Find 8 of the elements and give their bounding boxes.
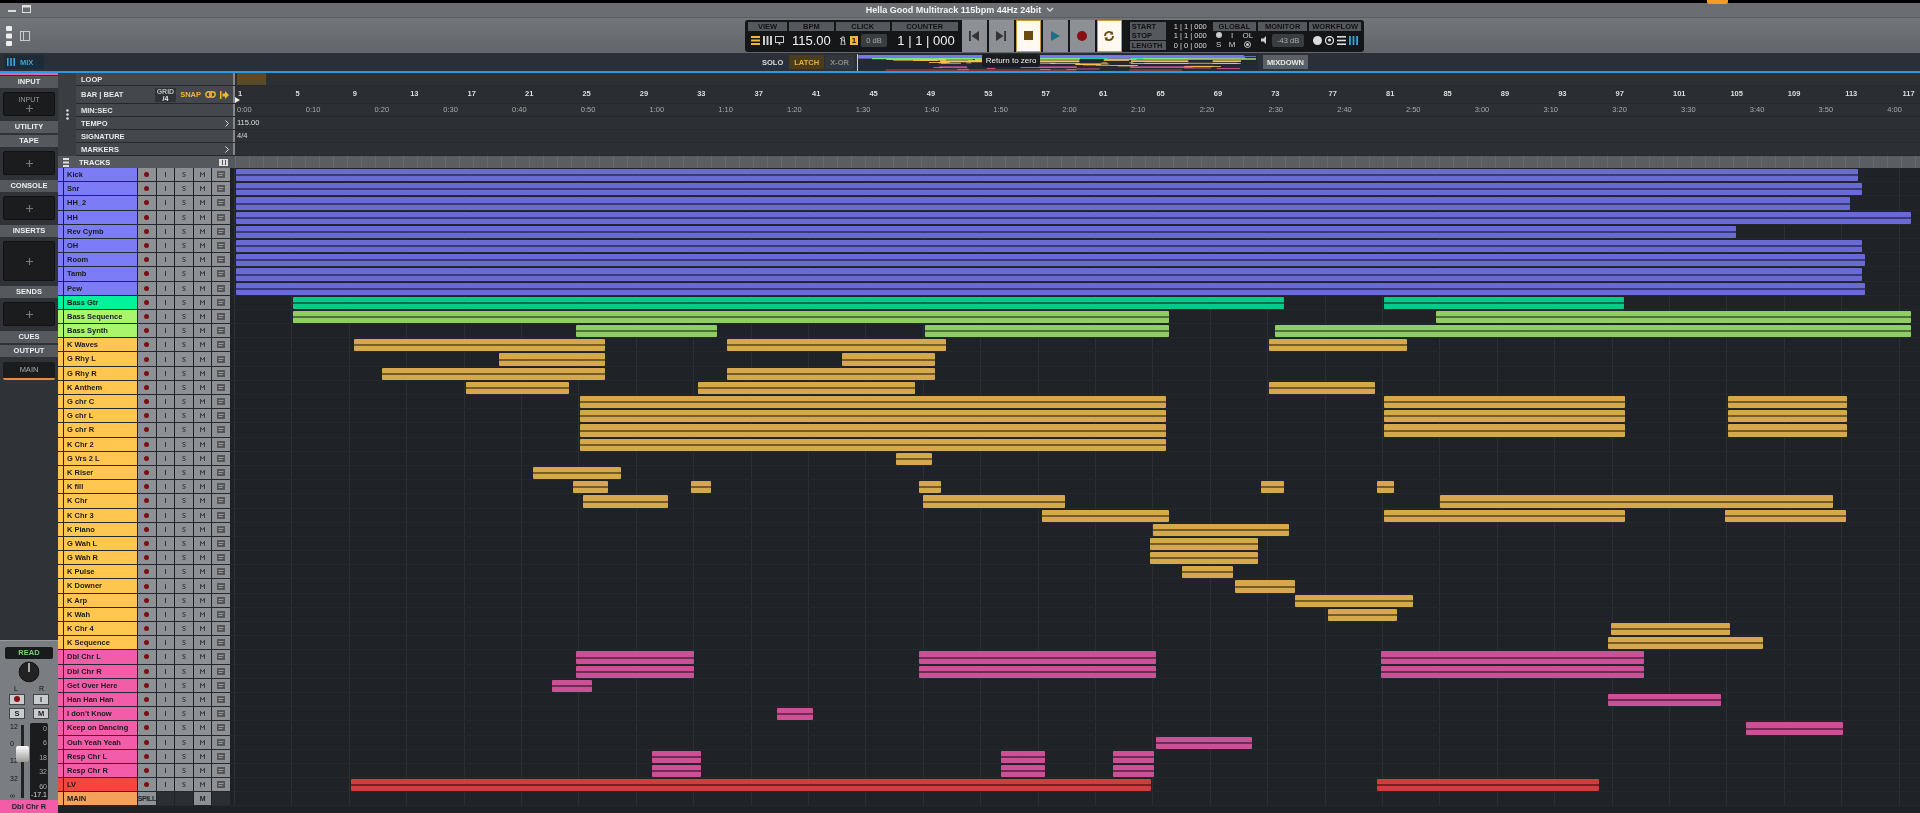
global-input-toggle[interactable]: I — [1231, 30, 1234, 40]
global-mute-toggle[interactable]: M — [1228, 40, 1236, 50]
counter-value: 1 | 1 | 000 — [897, 32, 955, 48]
global-overload-toggle[interactable]: OL — [1242, 30, 1254, 40]
window-title: Hella Good Multitrack 115bpm 44Hz 24bit — [865, 5, 1042, 15]
bpm-value[interactable]: 115.00 — [792, 32, 831, 48]
click-count-badge[interactable]: 1 — [849, 35, 859, 45]
global-solo-toggle[interactable]: S — [1216, 40, 1222, 50]
